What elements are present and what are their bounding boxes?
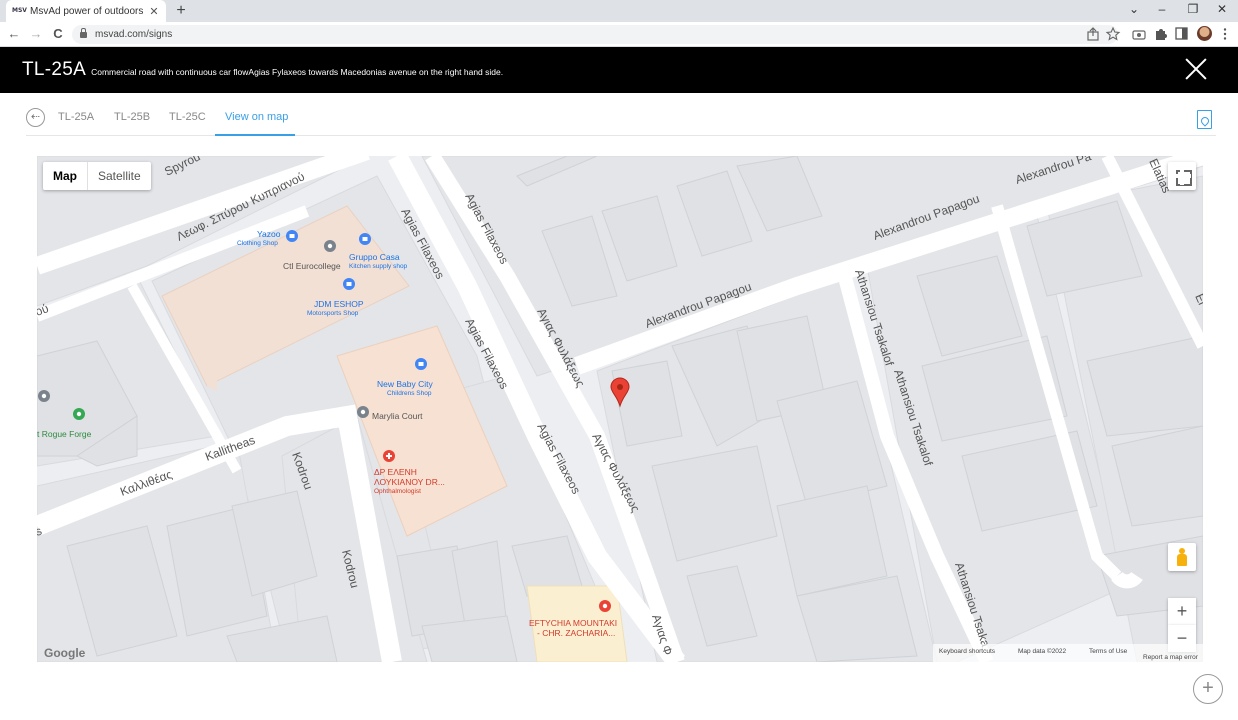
camera-icon[interactable] bbox=[1132, 30, 1146, 40]
tab-close-icon[interactable]: ✕ bbox=[148, 5, 160, 18]
add-button[interactable]: + bbox=[1193, 674, 1223, 704]
medical-pin-icon[interactable] bbox=[383, 450, 395, 462]
puzzle-icon[interactable] bbox=[1156, 29, 1167, 40]
tab-tl-25c[interactable]: TL-25C bbox=[169, 111, 206, 123]
restore-button[interactable]: ❐ bbox=[1183, 2, 1203, 16]
browser-toolbar: ← → C msvad.com/signs bbox=[0, 22, 1238, 47]
map-data-label: Map data ©2022 bbox=[1018, 648, 1067, 655]
map-type-control: Map Satellite bbox=[43, 162, 151, 190]
kebab-menu-icon[interactable] bbox=[1223, 28, 1227, 40]
pdf-icon[interactable] bbox=[1197, 110, 1212, 129]
poi-jdm-type: Motorsports Shop bbox=[307, 310, 359, 317]
poi-eftychia-name-2: - CHR. ZACHARIA... bbox=[537, 628, 615, 638]
back-circle-icon[interactable]: ⇠ bbox=[26, 108, 45, 127]
poi-eftychia-name-1: EFTYCHIA MOUNTAKI bbox=[529, 618, 617, 628]
address-bar[interactable]: msvad.com/signs bbox=[72, 25, 1118, 44]
tab-tl-25b[interactable]: TL-25B bbox=[114, 111, 150, 123]
fullscreen-icon[interactable] bbox=[1168, 162, 1196, 190]
tab-tl-25a[interactable]: TL-25A bbox=[58, 111, 94, 123]
browser-tab[interactable]: MSV MsvAd power of outdoors ✕ bbox=[6, 0, 166, 22]
poi-yazoo-type: Clothing Shop bbox=[237, 240, 278, 247]
medical-pin-icon[interactable] bbox=[599, 600, 611, 612]
new-tab-button[interactable]: + bbox=[172, 2, 190, 20]
map-view[interactable]: Λεωφ. Σπύρου Κυπριανού Spyrou Agias Fila… bbox=[37, 156, 1203, 662]
poi-rogue-name: t Rogue Forge bbox=[37, 429, 92, 439]
shopping-pin-icon[interactable] bbox=[415, 358, 427, 370]
poi-gruppo-name: Gruppo Casa bbox=[349, 252, 400, 262]
reload-icon[interactable]: C bbox=[50, 26, 66, 41]
sign-header: TL-25A Commercial road with continuous c… bbox=[0, 47, 1238, 93]
poi-gruppo-type: Kitchen supply shop bbox=[349, 263, 408, 270]
close-icon[interactable] bbox=[1184, 57, 1208, 81]
lock-icon bbox=[80, 27, 87, 38]
poi-doctor-name-1: ΔΡ ΕΛΕΝΗ bbox=[374, 467, 417, 477]
shopping-pin-icon[interactable] bbox=[286, 230, 298, 242]
sign-tabs: ⇠ TL-25A TL-25B TL-25C View on map bbox=[26, 104, 1216, 136]
tab-search-chevron-icon[interactable]: ⌄ bbox=[1124, 2, 1144, 16]
location-pin-icon[interactable] bbox=[324, 240, 336, 252]
satellite-view-button[interactable]: Satellite bbox=[88, 162, 151, 190]
poi-babycity-type: Childrens Shop bbox=[387, 390, 432, 397]
avatar[interactable] bbox=[1197, 26, 1212, 41]
forward-arrow-icon[interactable]: → bbox=[28, 26, 44, 41]
site-favicon: MSV bbox=[12, 7, 27, 14]
sign-code: TL-25A bbox=[22, 59, 87, 80]
poi-yazoo-name: Yazoo bbox=[257, 229, 281, 239]
shopping-pin-icon[interactable] bbox=[359, 233, 371, 245]
poi-doctor-type: Ophthalmologist bbox=[374, 488, 421, 495]
terms-of-use-link[interactable]: Terms of Use bbox=[1089, 648, 1127, 655]
tab-view-on-map[interactable]: View on map bbox=[225, 111, 288, 123]
report-map-error-link[interactable]: Report a map error bbox=[1143, 654, 1198, 661]
url-text: msvad.com/signs bbox=[95, 29, 173, 40]
minimize-button[interactable]: – bbox=[1152, 2, 1172, 16]
google-logo: Google bbox=[44, 646, 86, 660]
location-pin-icon[interactable] bbox=[38, 390, 50, 402]
window-close-button[interactable]: ✕ bbox=[1212, 2, 1232, 16]
back-arrow-icon[interactable]: ← bbox=[6, 26, 22, 41]
poi-marylia-name: Marylia Court bbox=[372, 411, 423, 421]
poi-eurocollege-name: Ctl Eurocollege bbox=[283, 261, 341, 271]
sign-description: Commercial road with continuous car flow… bbox=[91, 67, 504, 77]
shopping-pin-icon[interactable] bbox=[343, 278, 355, 290]
poi-jdm-name: JDM ESHOP bbox=[314, 299, 364, 309]
poi-doctor-name-2: ΛΟΥΚΙΑΝΟΥ DR... bbox=[374, 477, 445, 487]
browser-tabstrip: MSV MsvAd power of outdoors ✕ + ⌄ – ❐ ✕ bbox=[0, 0, 1238, 22]
location-pin-icon[interactable] bbox=[357, 406, 369, 418]
zoom-in-button[interactable]: + bbox=[1168, 598, 1196, 625]
pegman-icon[interactable] bbox=[1168, 543, 1196, 571]
active-tab-indicator bbox=[215, 134, 295, 136]
sidepanel-icon[interactable] bbox=[1175, 27, 1188, 40]
keyboard-shortcuts-link[interactable]: Keyboard shortcuts bbox=[939, 648, 995, 655]
tab-title: MsvAd power of outdoors bbox=[30, 5, 144, 17]
poi-babycity-name: New Baby City bbox=[377, 379, 433, 389]
map-view-button[interactable]: Map bbox=[43, 162, 88, 190]
park-pin-icon[interactable] bbox=[73, 408, 85, 420]
